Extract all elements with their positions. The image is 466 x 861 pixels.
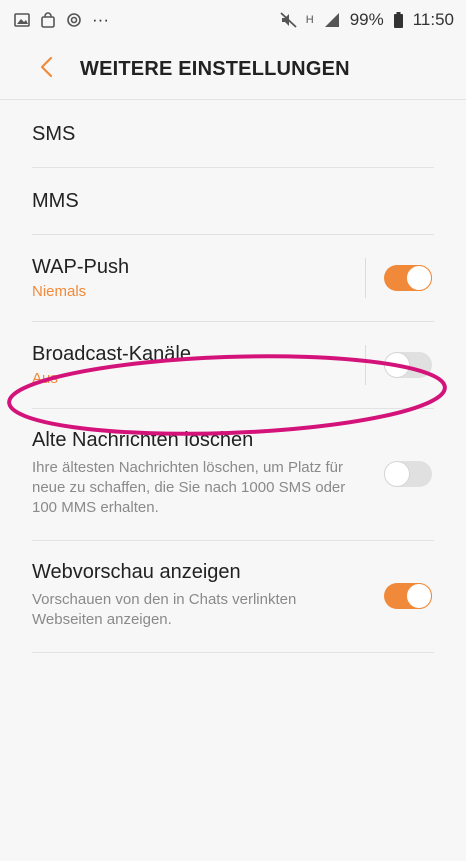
divider	[365, 258, 366, 298]
back-button[interactable]	[26, 50, 66, 90]
setting-title: Webvorschau anzeigen	[32, 561, 241, 583]
battery-icon	[393, 12, 403, 28]
setting-value: Niemals	[32, 283, 87, 300]
setting-web-preview[interactable]: Webvorschau anzeigen Vorschauen von den …	[32, 541, 434, 653]
setting-title: MMS	[32, 189, 79, 212]
setting-mms[interactable]: MMS	[32, 168, 434, 235]
setting-broadcast-channels[interactable]: Broadcast-Kanäle Aus	[32, 322, 434, 409]
bag-icon	[40, 12, 56, 28]
signal-icon	[324, 12, 340, 28]
wap-push-toggle[interactable]	[384, 265, 432, 291]
broadcast-toggle[interactable]	[384, 352, 432, 378]
setting-description: Ihre ältesten Nachrichten löschen, um Pl…	[32, 459, 346, 516]
status-bar: ··· H 99% 11:50	[0, 0, 466, 40]
chevron-left-icon	[39, 56, 53, 83]
setting-delete-old-messages[interactable]: Alte Nachrichten löschen Ihre ältesten N…	[32, 409, 434, 541]
clock: 11:50	[412, 10, 454, 29]
status-right: H 99% 11:50	[280, 10, 454, 30]
divider	[365, 345, 366, 385]
page-title: WEITERE EINSTELLUNGEN	[80, 58, 350, 80]
mute-icon	[280, 12, 297, 28]
header: WEITERE EINSTELLUNGEN	[0, 40, 466, 100]
setting-title: WAP-Push	[32, 256, 130, 278]
setting-title: SMS	[32, 122, 76, 145]
more-notifications: ···	[92, 10, 109, 29]
gallery-icon	[14, 12, 30, 28]
settings-list: SMS MMS WAP-Push Niemals Broadcast-Kanäl…	[32, 101, 434, 653]
sync-icon	[66, 12, 82, 28]
status-left: ···	[14, 10, 109, 30]
battery-percent: 99%	[349, 10, 384, 29]
screen: ··· H 99% 11:50 WEITERE EINSTELLUNGEN SM…	[0, 0, 466, 861]
setting-wap-push[interactable]: WAP-Push Niemals	[32, 235, 434, 322]
setting-value: Aus	[32, 370, 58, 387]
network-type: H	[305, 14, 314, 26]
web-preview-toggle[interactable]	[384, 582, 432, 609]
delete-old-toggle[interactable]	[384, 460, 432, 487]
setting-title: Alte Nachrichten löschen	[32, 429, 254, 451]
setting-sms[interactable]: SMS	[32, 101, 434, 168]
setting-description: Vorschauen von den in Chats verlinkten W…	[32, 591, 297, 628]
setting-title: Broadcast-Kanäle	[32, 343, 191, 365]
